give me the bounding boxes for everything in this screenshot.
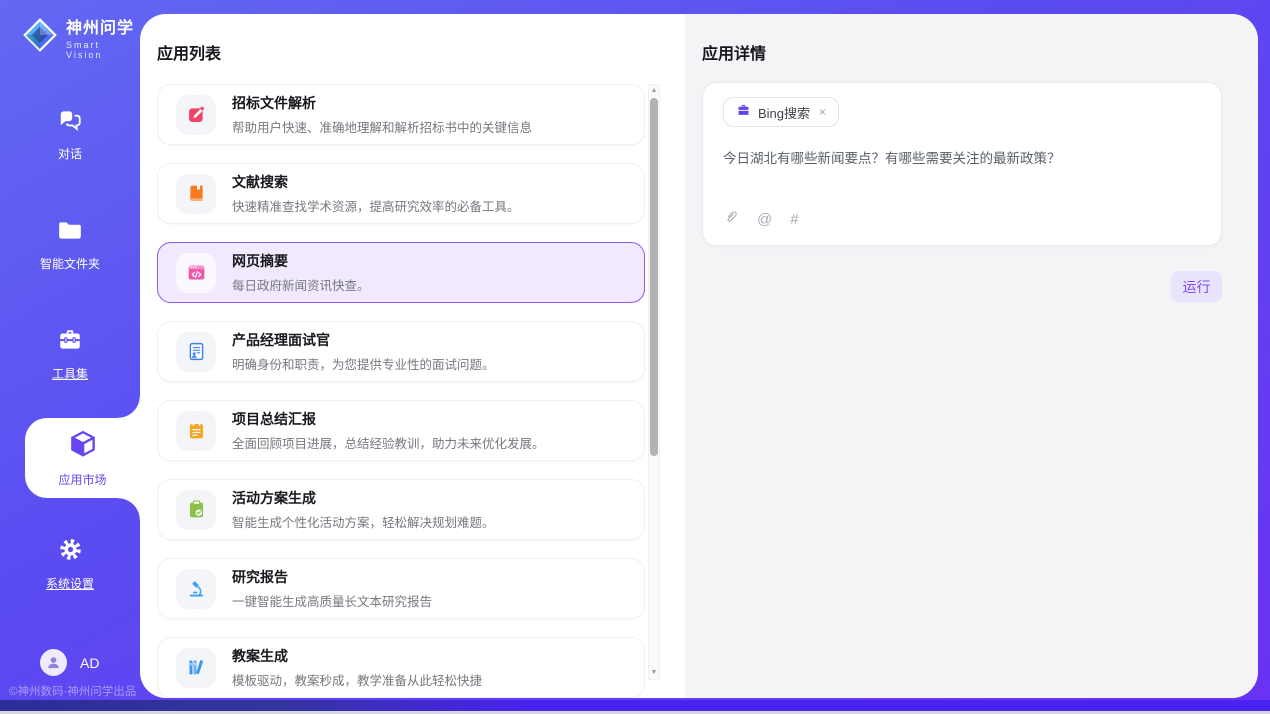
brand-name: 神州问学 <box>66 14 140 38</box>
paperclip-icon[interactable] <box>723 208 739 231</box>
app-card-title: 产品经理面试官 <box>232 330 495 350</box>
composer-card[interactable]: Bing搜索 × 今日湖北有哪些新闻要点？有哪些需要关注的最新政策？ @# <box>702 82 1222 246</box>
app-card-title: 研究报告 <box>232 567 432 587</box>
app-card-title: 网页摘要 <box>232 251 370 271</box>
app-card[interactable]: 文献搜索快速精准查找学术资源，提高研究效率的必备工具。 <box>157 163 645 224</box>
scrollbar-up-icon[interactable]: ▲ <box>649 85 659 97</box>
toolbox-icon <box>57 327 83 358</box>
app-card-desc: 明确身份和职责，为您提供专业性的面试问题。 <box>232 354 495 373</box>
app-card-title: 活动方案生成 <box>232 488 495 508</box>
sidebar-item-label: 智能文件夹 <box>40 255 100 272</box>
app-card[interactable]: 网页摘要每日政府新闻资讯快查。 <box>157 242 645 303</box>
app-card-title: 文献搜索 <box>232 172 520 192</box>
brand-logo: 神州问学 Smart Vision <box>22 14 140 60</box>
app-card[interactable]: 项目总结汇报全面回顾项目进展，总结经验教训，助力未来优化发展。 <box>157 400 645 461</box>
main-panel: 应用列表 招标文件解析帮助用户快速、准确地理解和解析招标书中的关键信息文献搜索快… <box>140 14 1258 698</box>
scrollbar-down-icon[interactable]: ▼ <box>649 667 659 679</box>
tool-chip[interactable]: Bing搜索 × <box>723 97 839 127</box>
bottom-bar <box>0 700 1270 711</box>
pen-square-icon <box>176 95 216 135</box>
composer-toolbar: @# <box>723 208 799 231</box>
app-detail-panel: 应用详情 Bing搜索 × 今日湖北有哪些新闻要点？有哪些需要关注的最新政策？ … <box>685 14 1258 698</box>
sidebar: 神州问学 Smart Vision 对话智能文件夹工具集应用市场系统设置 AD … <box>0 0 140 714</box>
hash-icon[interactable]: # <box>790 211 798 229</box>
browser-code-icon <box>176 253 216 293</box>
sidebar-item-5[interactable]: 系统设置 <box>0 532 140 596</box>
sidebar-item-label: 工具集 <box>52 365 88 382</box>
sidebar-item-3[interactable]: 工具集 <box>0 322 140 386</box>
app-card-desc: 帮助用户快速、准确地理解和解析招标书中的关键信息 <box>232 117 532 136</box>
copyright-text: ©神州数码·神州问学出品 <box>9 683 136 699</box>
app-card-desc: 快速精准查找学术资源，提高研究效率的必备工具。 <box>232 196 520 215</box>
app-card-desc: 智能生成个性化活动方案，轻松解决规划难题。 <box>232 512 495 531</box>
folder-icon <box>57 217 83 248</box>
person-icon <box>45 654 62 671</box>
app-card[interactable]: 活动方案生成智能生成个性化活动方案，轻松解决规划难题。 <box>157 479 645 540</box>
app-card-desc: 全面回顾项目进展，总结经验教训，助力未来优化发展。 <box>232 433 545 452</box>
sidebar-item-4[interactable]: 应用市场 <box>25 418 140 498</box>
cube-icon <box>68 429 98 464</box>
run-button[interactable]: 运行 <box>1171 271 1222 302</box>
sidebar-item-2[interactable]: 智能文件夹 <box>0 212 140 276</box>
chat-icon <box>57 107 83 138</box>
chip-close-icon[interactable]: × <box>819 105 826 119</box>
avatar <box>40 649 67 676</box>
mention-icon[interactable]: @ <box>757 211 772 229</box>
app-card[interactable]: 招标文件解析帮助用户快速、准确地理解和解析招标书中的关键信息 <box>157 84 645 145</box>
app-detail-title: 应用详情 <box>702 40 766 64</box>
diamond-logo-icon <box>22 17 58 58</box>
query-text[interactable]: 今日湖北有哪些新闻要点？有哪些需要关注的最新政策？ <box>723 149 1201 169</box>
briefcase-icon <box>736 103 751 121</box>
app-list-scrollbar[interactable]: ▲ ▼ <box>648 84 660 680</box>
notepad-icon <box>176 411 216 451</box>
app-card-desc: 一键智能生成高质量长文本研究报告 <box>232 591 432 610</box>
app-list-panel: 应用列表 招标文件解析帮助用户快速、准确地理解和解析招标书中的关键信息文献搜索快… <box>140 14 685 698</box>
books-icon <box>176 648 216 688</box>
app-card-desc: 每日政府新闻资讯快查。 <box>232 275 370 294</box>
user-row[interactable]: AD <box>40 649 99 676</box>
app-card-list: 招标文件解析帮助用户快速、准确地理解和解析招标书中的关键信息文献搜索快速精准查找… <box>157 84 645 698</box>
app-list-title: 应用列表 <box>157 40 221 64</box>
sidebar-item-label: 系统设置 <box>46 575 94 592</box>
tool-chip-label: Bing搜索 <box>758 103 810 122</box>
app-card-title: 教案生成 <box>232 646 482 666</box>
user-initials: AD <box>80 655 99 671</box>
app-card[interactable]: 产品经理面试官明确身份和职责，为您提供专业性的面试问题。 <box>157 321 645 382</box>
doc-person-icon <box>176 332 216 372</box>
app-card-title: 招标文件解析 <box>232 93 532 113</box>
app-card[interactable]: 教案生成模板驱动，教案秒成，教学准备从此轻松快捷 <box>157 637 645 698</box>
clipboard-check-icon <box>176 490 216 530</box>
brand-tagline: Smart Vision <box>66 40 140 60</box>
app-card[interactable]: 研究报告一键智能生成高质量长文本研究报告 <box>157 558 645 619</box>
scrollbar-thumb[interactable] <box>650 98 658 456</box>
sidebar-item-label: 对话 <box>58 145 82 162</box>
microscope-icon <box>176 569 216 609</box>
app-card-desc: 模板驱动，教案秒成，教学准备从此轻松快捷 <box>232 670 482 689</box>
sidebar-item-1[interactable]: 对话 <box>0 102 140 166</box>
gear-icon <box>57 536 84 568</box>
sidebar-item-label: 应用市场 <box>58 471 106 488</box>
app-card-title: 项目总结汇报 <box>232 409 545 429</box>
book-icon <box>176 174 216 214</box>
